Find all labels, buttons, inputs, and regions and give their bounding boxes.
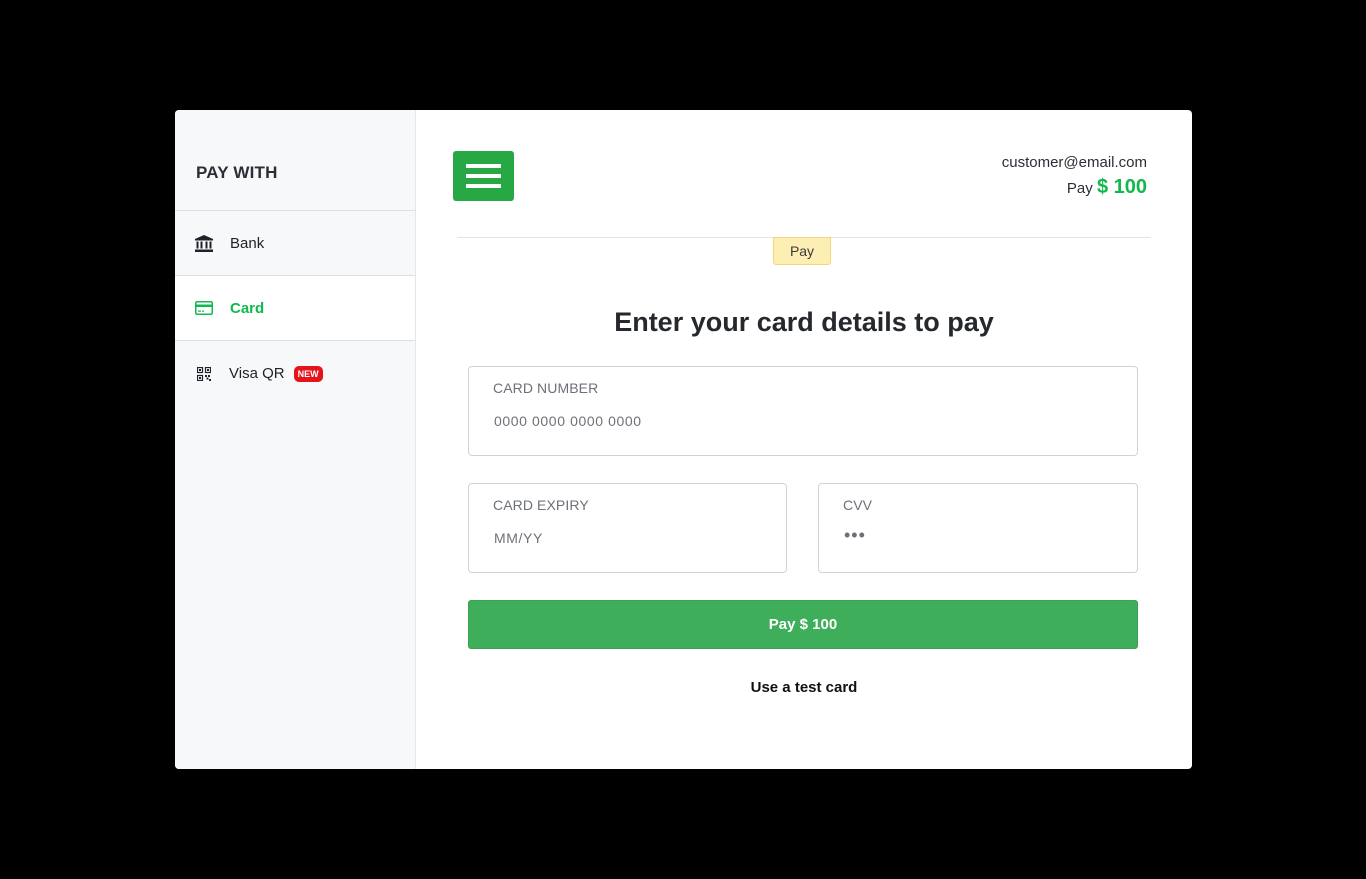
pay-amount-line: Pay $ 100 xyxy=(1002,176,1147,199)
sidebar-title: PAY WITH xyxy=(175,110,415,211)
sidebar-item-label: Visa QR xyxy=(229,365,285,382)
new-badge: NEW xyxy=(293,365,323,382)
main-panel: customer@email.com Pay $ 100 Pay Enter y… xyxy=(416,110,1192,769)
card-expiry-field[interactable]: CARD EXPIRY xyxy=(468,483,787,573)
sidebar: PAY WITH Bank Card Visa QR NEW xyxy=(175,110,416,769)
card-number-field[interactable]: CARD NUMBER xyxy=(468,366,1138,456)
page-title: Enter your card details to pay xyxy=(614,307,994,337)
hamburger-icon-bar xyxy=(466,174,501,178)
cvv-field[interactable]: CVV xyxy=(818,483,1138,573)
pay-tab-tag: Pay xyxy=(773,237,831,265)
card-expiry-label: CARD EXPIRY xyxy=(493,497,589,513)
use-test-card-link[interactable]: Use a test card xyxy=(416,679,1192,696)
sidebar-item-label: Bank xyxy=(230,234,265,252)
cvv-label: CVV xyxy=(843,497,873,513)
hamburger-icon-bar xyxy=(466,164,501,168)
pay-amount: $ 100 xyxy=(1096,176,1147,198)
qr-code-icon xyxy=(194,364,214,384)
payment-modal: PAY WITH Bank Card Visa QR NEW customer@… xyxy=(175,110,1192,769)
sidebar-item-visa-qr[interactable]: Visa QR NEW xyxy=(175,341,415,406)
hamburger-icon-bar xyxy=(466,184,501,188)
card-number-input[interactable] xyxy=(494,413,1029,429)
customer-info: customer@email.com Pay $ 100 xyxy=(1002,154,1147,199)
sidebar-item-bank[interactable]: Bank xyxy=(175,211,415,276)
pay-button[interactable]: Pay $ 100 xyxy=(468,600,1138,649)
credit-card-icon xyxy=(194,298,214,318)
sidebar-item-card[interactable]: Card xyxy=(175,276,415,341)
bank-icon xyxy=(194,233,214,253)
hamburger-menu-button[interactable] xyxy=(453,151,514,201)
cvv-input[interactable] xyxy=(844,528,1099,544)
card-expiry-input[interactable] xyxy=(494,530,748,546)
customer-email: customer@email.com xyxy=(1001,154,1147,171)
sidebar-item-label: Card xyxy=(230,299,265,317)
card-number-label: CARD NUMBER xyxy=(493,380,599,396)
pay-prefix: Pay xyxy=(1066,180,1093,197)
